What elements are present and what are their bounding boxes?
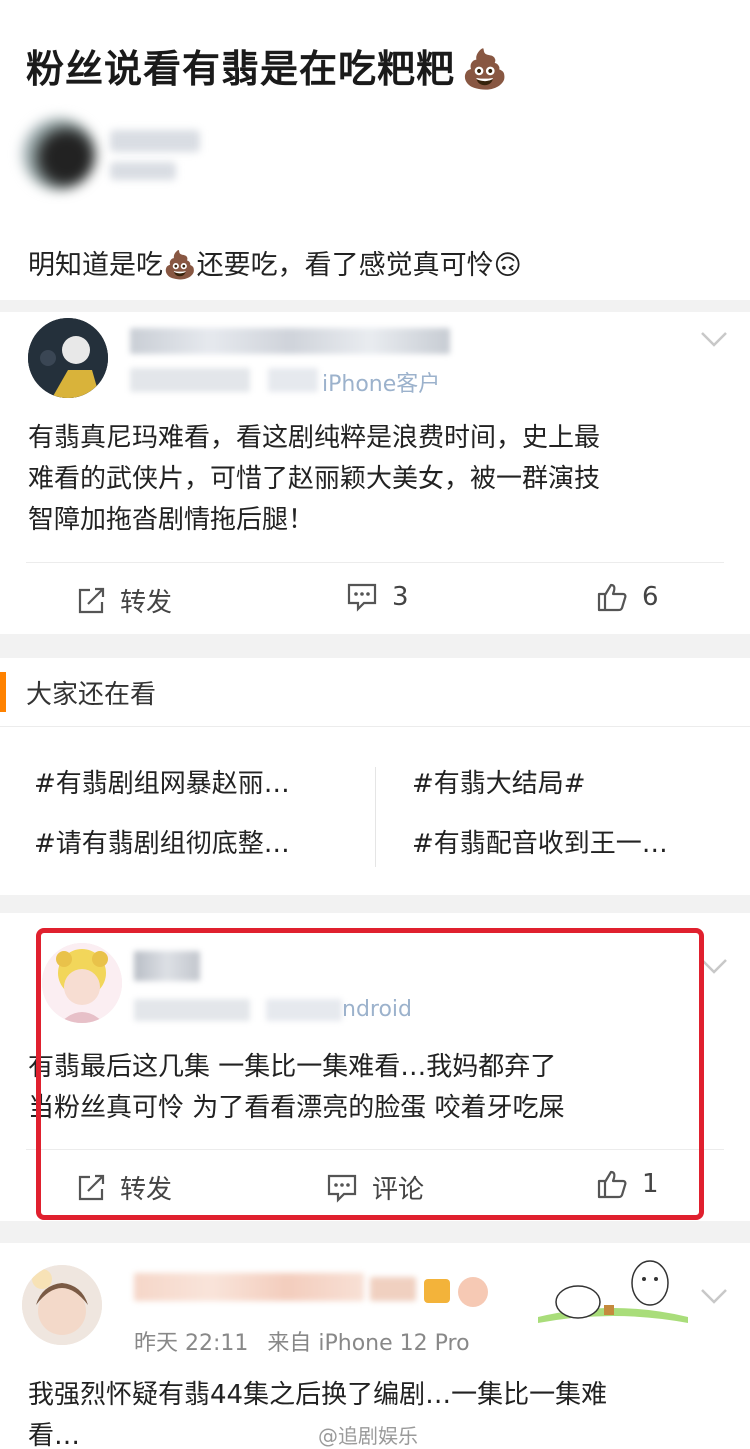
pig-emoji-icon	[458, 1277, 488, 1307]
blurred-meta	[110, 162, 176, 180]
bear-sticker-icon	[538, 1260, 688, 1323]
divider	[375, 767, 376, 867]
chevron-down-icon[interactable]	[700, 1287, 728, 1305]
repost-button[interactable]: 转发	[76, 582, 172, 619]
source-text: iPhone客户	[322, 372, 441, 397]
commenter-avatar[interactable]	[28, 318, 108, 398]
section-gap	[0, 300, 750, 312]
commenter-avatar[interactable]	[22, 1265, 102, 1345]
divider	[26, 562, 724, 563]
recommend-header: 大家还在看	[0, 658, 750, 726]
comment-text: 有翡真尼玛难看，看这剧纯粹是浪费时间，史上最 难看的武侠片，可惜了赵丽颖大美女，…	[28, 423, 601, 535]
blurred-time	[130, 368, 250, 392]
topic-link[interactable]: #有翡剧组网暴赵丽…	[34, 763, 290, 800]
blurred-username[interactable]	[130, 328, 450, 354]
comment-button[interactable]: 3	[346, 582, 409, 612]
recommend-topics: #有翡剧组网暴赵丽… #有翡大结局# #请有翡剧组彻底整… #有翡配音收到王一…	[0, 727, 750, 895]
vip-badge-icon	[424, 1279, 450, 1303]
section-gap	[0, 895, 750, 913]
comment-icon	[347, 583, 377, 612]
thumbs-up-icon	[597, 583, 627, 612]
blurred-avatar[interactable]	[22, 118, 96, 190]
watermark: @追剧娱乐	[318, 1424, 418, 1448]
recommend-title: 大家还在看	[26, 680, 157, 710]
chevron-down-icon[interactable]	[700, 330, 728, 348]
topic-link[interactable]: #请有翡剧组彻底整…	[34, 823, 290, 860]
poop-emoji-icon: 💩	[163, 250, 197, 281]
topic-link[interactable]: #有翡配音收到王一…	[412, 823, 668, 860]
accent-bar	[0, 672, 6, 712]
upside-down-face-emoji-icon: 🙃	[493, 250, 522, 281]
blurred-badge	[370, 1277, 416, 1301]
blurred-source	[268, 368, 318, 392]
comment-card-1: iPhone客户 有翡真尼玛难看，看这剧纯粹是浪费时间，史上最 难看的武侠片，可…	[0, 312, 750, 634]
repost-icon	[78, 587, 105, 613]
blurred-username[interactable]	[110, 130, 200, 152]
like-button[interactable]: 6	[596, 582, 659, 612]
poop-emoji-icon: 💩	[461, 47, 510, 91]
topic-link[interactable]: #有翡大结局#	[412, 763, 586, 800]
chevron-down-icon[interactable]	[700, 957, 728, 975]
section-gap	[0, 634, 750, 658]
comment-time: 昨天 22:11 来自 iPhone 12 Pro	[134, 1331, 470, 1356]
comment-card-3: 昨天 22:11 来自 iPhone 12 Pro 我强烈怀疑有翡44集之后换了…	[0, 1243, 750, 1449]
post-header: 粉丝说看有翡是在吃粑粑 💩 明知道是吃💩还要吃，看了感觉真可怜🙃	[0, 0, 750, 300]
highlight-box	[36, 928, 704, 1220]
avatar-image-icon	[28, 318, 108, 398]
post-body: 明知道是吃💩还要吃，看了感觉真可怜🙃	[28, 250, 522, 281]
blurred-username[interactable]	[134, 1273, 364, 1301]
post-title: 粉丝说看有翡是在吃粑粑 💩	[26, 47, 510, 91]
section-gap	[0, 1221, 750, 1243]
avatar-image-icon	[22, 1265, 102, 1345]
